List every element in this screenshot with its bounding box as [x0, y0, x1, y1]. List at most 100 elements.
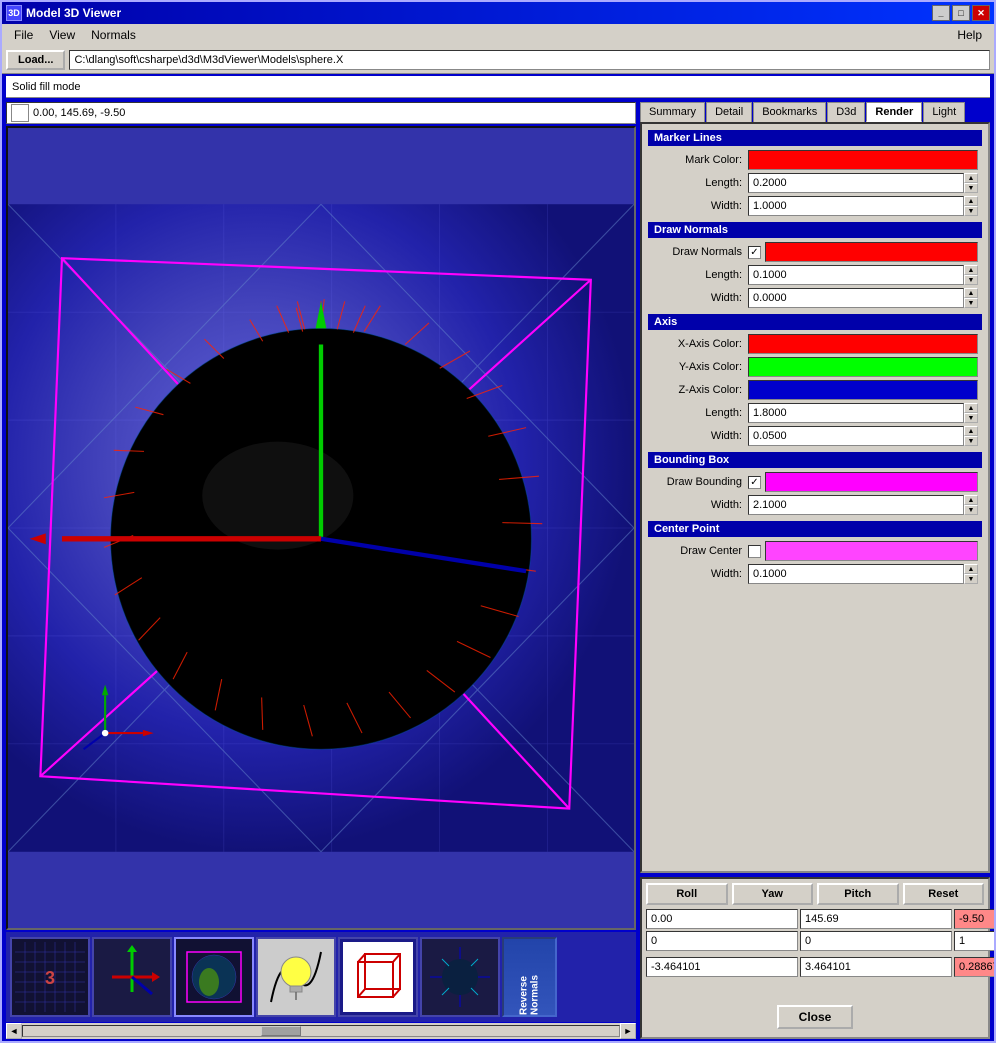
axis-length-row: Length: 1.8000 ▲ ▼	[648, 403, 982, 423]
bounding-width-down[interactable]: ▼	[964, 505, 978, 515]
pitch-value-input[interactable]	[954, 909, 994, 929]
marker-length-label: Length:	[652, 177, 742, 189]
viewport[interactable]	[6, 126, 636, 930]
x-axis-label: X-Axis Color:	[652, 338, 742, 350]
app-icon: 3D	[6, 5, 22, 21]
coord-color-swatch	[11, 104, 29, 122]
axis-length-up[interactable]: ▲	[964, 403, 978, 413]
menu-normals[interactable]: Normals	[83, 26, 144, 44]
axis-width-up[interactable]: ▲	[964, 426, 978, 436]
tab-d3d[interactable]: D3d	[827, 102, 865, 122]
values-row-3: + Zoom -	[646, 957, 984, 1001]
bounding-width-up[interactable]: ▲	[964, 495, 978, 505]
marker-length-up[interactable]: ▲	[964, 173, 978, 183]
draw-bounding-checkbox[interactable]	[748, 476, 761, 489]
tab-summary[interactable]: Summary	[640, 102, 705, 122]
coord-x-input[interactable]	[646, 957, 798, 977]
reset-button[interactable]: Reset	[903, 883, 985, 905]
menu-file[interactable]: File	[6, 26, 41, 44]
section-draw-normals: Draw Normals	[648, 222, 982, 238]
draw-normals-checkbox[interactable]	[748, 246, 761, 259]
normals-width-up[interactable]: ▲	[964, 288, 978, 298]
light-z-input[interactable]	[954, 931, 994, 951]
thumbnail-bar: 3	[6, 932, 636, 1022]
draw-normals-label: Draw Normals	[652, 246, 742, 258]
center-width-down[interactable]: ▼	[964, 574, 978, 584]
scroll-right-button[interactable]: ►	[620, 1023, 636, 1039]
close-button[interactable]: Close	[777, 1005, 854, 1029]
yaw-value-input[interactable]	[800, 909, 952, 929]
yaw-button[interactable]: Yaw	[732, 883, 814, 905]
coord-y-input[interactable]	[800, 957, 952, 977]
marker-length-input[interactable]: 0.2000	[748, 173, 964, 193]
menu-help[interactable]: Help	[949, 26, 990, 44]
center-color[interactable]	[765, 541, 978, 561]
center-width-input[interactable]: 0.1000	[748, 564, 964, 584]
axis-length-down[interactable]: ▼	[964, 413, 978, 423]
reverse-normals-button[interactable]: Reverse Normals	[502, 937, 557, 1017]
tab-detail[interactable]: Detail	[706, 102, 752, 122]
marker-width-input[interactable]: 1.0000	[748, 196, 964, 216]
mark-color-swatch[interactable]	[748, 150, 978, 170]
center-width-label: Width:	[652, 568, 742, 580]
tab-render[interactable]: Render	[866, 102, 922, 122]
right-panel: Summary Detail Bookmarks D3d Render Ligh…	[640, 102, 990, 1039]
roll-button[interactable]: Roll	[646, 883, 728, 905]
bounding-width-input[interactable]: 2.1000	[748, 495, 964, 515]
y-axis-row: Y-Axis Color:	[648, 357, 982, 377]
normals-length-down[interactable]: ▼	[964, 275, 978, 285]
light-y-input[interactable]	[800, 931, 952, 951]
bounding-width-spinners: ▲ ▼	[964, 495, 978, 515]
normals-length-label: Length:	[652, 269, 742, 281]
pitch-button[interactable]: Pitch	[817, 883, 899, 905]
axis-length-input[interactable]: 1.8000	[748, 403, 964, 423]
scroll-thumb[interactable]	[261, 1026, 301, 1036]
marker-width-up[interactable]: ▲	[964, 196, 978, 206]
normals-width-down[interactable]: ▼	[964, 298, 978, 308]
marker-width-down[interactable]: ▼	[964, 206, 978, 216]
axis-width-input[interactable]: 0.0500	[748, 426, 964, 446]
axis-width-spinner: 0.0500 ▲ ▼	[748, 426, 978, 446]
thumbnail-2[interactable]	[174, 937, 254, 1017]
draw-center-checkbox[interactable]	[748, 545, 761, 558]
scrollbar-horizontal[interactable]: ◄ ►	[6, 1023, 636, 1039]
draw-center-row: Draw Center	[648, 541, 982, 561]
minimize-button[interactable]: _	[932, 5, 950, 21]
roll-value-input[interactable]	[646, 909, 798, 929]
menu-view[interactable]: View	[41, 26, 83, 44]
thumbnail-5[interactable]	[420, 937, 500, 1017]
load-button[interactable]: Load...	[6, 50, 65, 70]
close-window-button[interactable]: ✕	[972, 5, 990, 21]
thumbnail-4[interactable]	[338, 937, 418, 1017]
tab-light[interactable]: Light	[923, 102, 965, 122]
y-axis-label: Y-Axis Color:	[652, 361, 742, 373]
thumbnail-3[interactable]	[256, 937, 336, 1017]
thumbnail-1[interactable]	[92, 937, 172, 1017]
coord-z-input[interactable]	[954, 957, 994, 977]
thumbnail-0[interactable]: 3	[10, 937, 90, 1017]
normals-length-up[interactable]: ▲	[964, 265, 978, 275]
axis-width-down[interactable]: ▼	[964, 436, 978, 446]
x-axis-color[interactable]	[748, 334, 978, 354]
bounding-color[interactable]	[765, 472, 978, 492]
scroll-left-button[interactable]: ◄	[6, 1023, 22, 1039]
normals-width-row: Width: 0.0000 ▲ ▼	[648, 288, 982, 308]
bounding-width-spinner: 2.1000 ▲ ▼	[748, 495, 978, 515]
z-axis-color[interactable]	[748, 380, 978, 400]
draw-normals-color[interactable]	[765, 242, 978, 262]
section-marker-lines: Marker Lines	[648, 130, 982, 146]
path-input[interactable]	[69, 50, 990, 70]
values-row-2: ✓ Light Dir	[646, 931, 984, 955]
maximize-button[interactable]: □	[952, 5, 970, 21]
light-x-input[interactable]	[646, 931, 798, 951]
scroll-track[interactable]	[22, 1025, 620, 1037]
values-row-1: Camera	[646, 909, 984, 929]
marker-length-down[interactable]: ▼	[964, 183, 978, 193]
center-width-up[interactable]: ▲	[964, 564, 978, 574]
normals-length-row: Length: 0.1000 ▲ ▼	[648, 265, 982, 285]
mark-color-label: Mark Color:	[652, 154, 742, 166]
normals-width-input[interactable]: 0.0000	[748, 288, 964, 308]
y-axis-color[interactable]	[748, 357, 978, 377]
tab-bookmarks[interactable]: Bookmarks	[753, 102, 826, 122]
normals-length-input[interactable]: 0.1000	[748, 265, 964, 285]
